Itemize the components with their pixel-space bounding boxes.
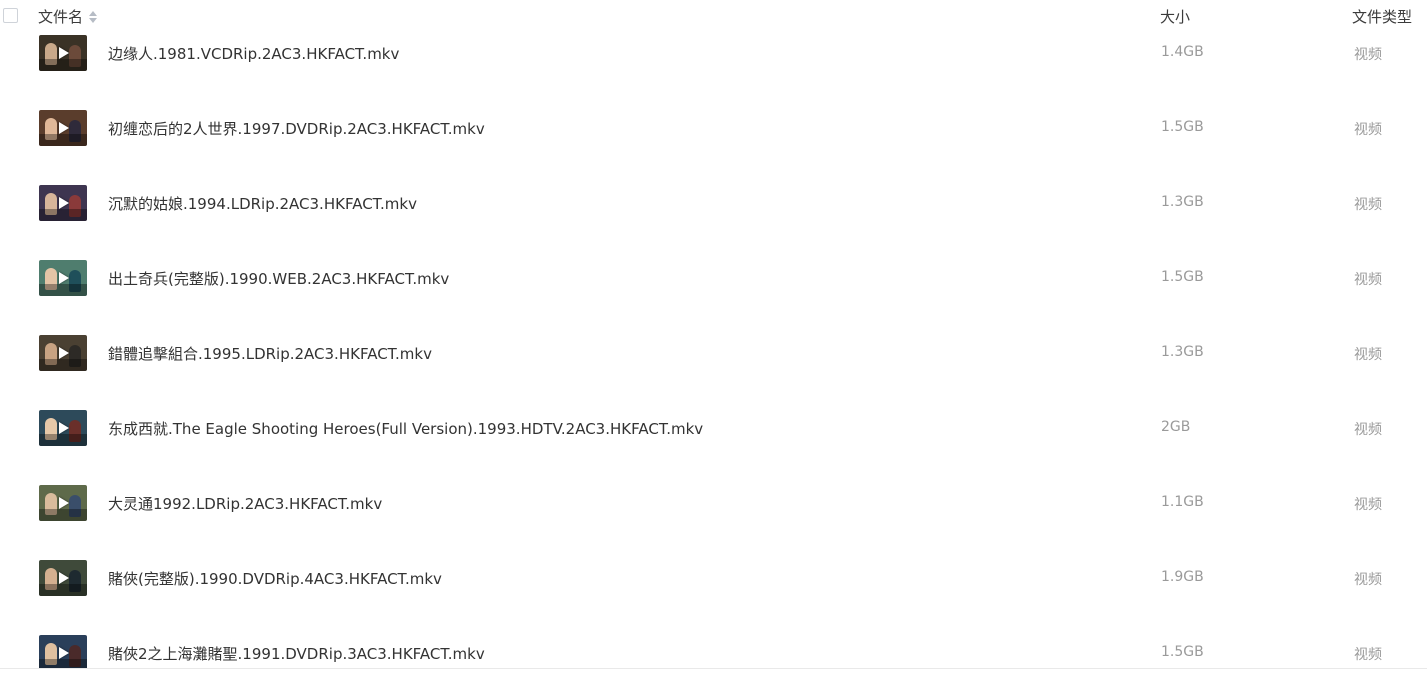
file-size: 1.1GB — [1161, 494, 1204, 510]
file-size: 1.5GB — [1161, 644, 1204, 660]
file-size: 1.5GB — [1161, 119, 1204, 135]
file-size: 1.3GB — [1161, 194, 1204, 210]
file-type: 视频 — [1354, 347, 1382, 363]
thumbnail-shade — [39, 209, 87, 221]
video-thumbnail[interactable] — [39, 185, 87, 221]
select-all-checkbox[interactable] — [3, 8, 18, 23]
file-name[interactable]: 賭俠2之上海灘賭聖.1991.DVDRip.3AC3.HKFACT.mkv — [108, 643, 485, 664]
file-name[interactable]: 边缘人.1981.VCDRip.2AC3.HKFACT.mkv — [108, 43, 399, 64]
file-type: 视频 — [1354, 122, 1382, 138]
file-name[interactable]: 东成西就.The Eagle Shooting Heroes(Full Vers… — [108, 418, 703, 439]
video-thumbnail[interactable] — [39, 485, 87, 521]
file-type: 视频 — [1354, 197, 1382, 213]
file-type: 视频 — [1354, 422, 1382, 438]
file-type: 视频 — [1354, 47, 1382, 63]
file-name[interactable]: 錯體追擊組合.1995.LDRip.2AC3.HKFACT.mkv — [108, 343, 432, 364]
file-row[interactable]: 东成西就.The Eagle Shooting Heroes(Full Vers… — [0, 391, 1427, 466]
file-list: 文件名 大小 文件类型 边缘人.1981.VCDRip.2AC3.HKFACT.… — [0, 0, 1427, 669]
file-size: 1.3GB — [1161, 344, 1204, 360]
file-row[interactable]: 錯體追擊組合.1995.LDRip.2AC3.HKFACT.mkv 1.3GB … — [0, 316, 1427, 391]
thumbnail-shade — [39, 59, 87, 71]
play-icon[interactable] — [59, 572, 69, 584]
file-size: 2GB — [1161, 419, 1191, 435]
thumbnail-shade — [39, 659, 87, 668]
file-row[interactable]: 大灵通1992.LDRip.2AC3.HKFACT.mkv 1.1GB 视频 — [0, 466, 1427, 541]
file-type: 视频 — [1354, 497, 1382, 513]
play-icon[interactable] — [59, 497, 69, 509]
play-icon[interactable] — [59, 347, 69, 359]
video-thumbnail[interactable] — [39, 410, 87, 446]
thumbnail-shade — [39, 509, 87, 521]
file-name[interactable]: 大灵通1992.LDRip.2AC3.HKFACT.mkv — [108, 493, 382, 514]
video-thumbnail[interactable] — [39, 560, 87, 596]
video-thumbnail[interactable] — [39, 260, 87, 296]
file-size: 1.5GB — [1161, 269, 1204, 285]
list-header: 文件名 大小 文件类型 — [0, 0, 1427, 32]
file-size: 1.4GB — [1161, 44, 1204, 60]
thumbnail-shade — [39, 359, 87, 371]
play-icon[interactable] — [59, 647, 69, 659]
file-name[interactable]: 沉默的姑娘.1994.LDRip.2AC3.HKFACT.mkv — [108, 193, 417, 214]
column-header-name-label: 文件名 — [38, 8, 84, 26]
file-row[interactable]: 賭俠(完整版).1990.DVDRip.4AC3.HKFACT.mkv 1.9G… — [0, 541, 1427, 616]
column-header-type[interactable]: 文件类型 — [1352, 6, 1412, 27]
play-icon[interactable] — [59, 197, 69, 209]
file-type: 视频 — [1354, 572, 1382, 588]
file-name[interactable]: 賭俠(完整版).1990.DVDRip.4AC3.HKFACT.mkv — [108, 568, 442, 589]
sort-icon[interactable] — [89, 10, 98, 24]
file-size: 1.9GB — [1161, 569, 1204, 585]
video-thumbnail[interactable] — [39, 635, 87, 668]
thumbnail-shade — [39, 284, 87, 296]
file-rows: 边缘人.1981.VCDRip.2AC3.HKFACT.mkv 1.4GB 视频… — [0, 16, 1427, 668]
thumbnail-shade — [39, 434, 87, 446]
file-name[interactable]: 初缠恋后的2人世界.1997.DVDRip.2AC3.HKFACT.mkv — [108, 118, 485, 139]
play-icon[interactable] — [59, 47, 69, 59]
file-row[interactable]: 沉默的姑娘.1994.LDRip.2AC3.HKFACT.mkv 1.3GB 视… — [0, 166, 1427, 241]
column-header-name[interactable]: 文件名 — [38, 6, 98, 27]
file-row[interactable]: 出土奇兵(完整版).1990.WEB.2AC3.HKFACT.mkv 1.5GB… — [0, 241, 1427, 316]
play-icon[interactable] — [59, 422, 69, 434]
video-thumbnail[interactable] — [39, 110, 87, 146]
column-header-size[interactable]: 大小 — [1160, 6, 1190, 27]
thumbnail-shade — [39, 134, 87, 146]
thumbnail-shade — [39, 584, 87, 596]
play-icon[interactable] — [59, 122, 69, 134]
file-type: 视频 — [1354, 647, 1382, 663]
file-row[interactable]: 初缠恋后的2人世界.1997.DVDRip.2AC3.HKFACT.mkv 1.… — [0, 91, 1427, 166]
video-thumbnail[interactable] — [39, 35, 87, 71]
file-type: 视频 — [1354, 272, 1382, 288]
play-icon[interactable] — [59, 272, 69, 284]
file-row[interactable]: 賭俠2之上海灘賭聖.1991.DVDRip.3AC3.HKFACT.mkv 1.… — [0, 616, 1427, 668]
video-thumbnail[interactable] — [39, 335, 87, 371]
file-name[interactable]: 出土奇兵(完整版).1990.WEB.2AC3.HKFACT.mkv — [108, 268, 449, 289]
